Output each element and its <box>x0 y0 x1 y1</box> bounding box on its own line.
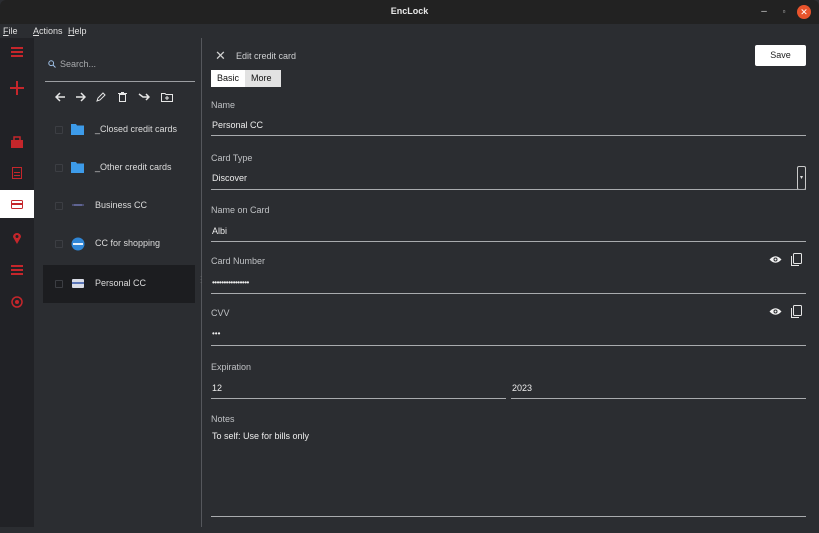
notes-underline <box>211 516 806 517</box>
expiration-year-field[interactable]: 2023 <box>512 383 532 393</box>
new-folder-icon[interactable] <box>160 90 174 104</box>
note-icon[interactable] <box>0 159 34 187</box>
close-editor-icon[interactable]: ✕ <box>215 49 226 62</box>
item-checkbox[interactable] <box>55 202 63 210</box>
name-on-card-underline <box>211 241 806 242</box>
chevron-down-icon[interactable]: ▾ <box>797 166 806 190</box>
card-type-label: Card Type <box>211 153 253 163</box>
tab-more[interactable]: More <box>245 70 281 87</box>
item-label: _Other credit cards <box>95 162 172 172</box>
edit-pencil-icon[interactable] <box>94 90 108 104</box>
notes-label: Notes <box>211 414 235 424</box>
item-label: Personal CC <box>95 278 147 288</box>
window-title: EncLock <box>390 6 429 16</box>
item-checkbox[interactable] <box>55 126 63 134</box>
folder-icon <box>71 123 85 137</box>
item-label: Business CC <box>95 200 148 210</box>
credit-card-icon[interactable] <box>0 190 34 218</box>
expiration-month-underline <box>211 398 506 399</box>
name-label: Name <box>211 100 236 110</box>
close-window-button[interactable]: ✕ <box>797 5 811 19</box>
search-box[interactable]: Search... <box>45 56 195 82</box>
list-icon[interactable] <box>0 256 34 284</box>
card-number-label: Card Number <box>211 256 266 266</box>
copy-icon[interactable] <box>791 253 802 268</box>
name-on-card-field[interactable]: Albi <box>212 226 227 236</box>
name-underline <box>211 135 806 136</box>
card-number-field[interactable]: •••••••••••••••• <box>212 278 249 287</box>
minimize-button[interactable]: – <box>757 5 771 19</box>
add-icon[interactable] <box>0 74 34 102</box>
forward-arrow-icon[interactable] <box>73 90 87 104</box>
move-arrow-icon[interactable] <box>137 90 151 104</box>
card-number-actions <box>769 253 802 268</box>
card-type-underline <box>211 189 806 190</box>
item-label: _Closed credit cards <box>95 124 178 134</box>
item-list-pane: Search... _Closed credit cards _Other cr… <box>34 38 200 527</box>
menu-icon[interactable] <box>0 38 34 66</box>
name-on-card-label: Name on Card <box>211 205 270 215</box>
expiration-year-underline <box>511 398 806 399</box>
folder-icon <box>71 161 85 175</box>
item-checkbox[interactable] <box>55 240 63 248</box>
back-arrow-icon[interactable] <box>53 90 67 104</box>
cvv-actions <box>769 305 802 320</box>
card-number-underline <box>211 293 806 294</box>
card-brand-icon <box>71 199 85 213</box>
list-item[interactable]: Business CC <box>43 187 195 225</box>
eye-icon[interactable] <box>769 307 782 318</box>
tab-basic[interactable]: Basic <box>211 70 245 87</box>
search-icon <box>48 60 56 70</box>
credit-card-brand-icon <box>71 277 85 291</box>
card-type-select[interactable]: Discover <box>212 173 247 183</box>
editor-tabs: Basic More <box>211 70 281 87</box>
name-field[interactable]: Personal CC <box>212 120 263 130</box>
menu-file[interactable]: File <box>3 26 18 36</box>
save-button[interactable]: Save <box>755 45 806 66</box>
menu-actions[interactable]: Actions <box>33 26 63 36</box>
delete-trash-icon[interactable] <box>115 90 129 104</box>
menu-help[interactable]: Help <box>68 26 87 36</box>
cvv-underline <box>211 345 806 346</box>
copy-icon[interactable] <box>791 305 802 320</box>
location-icon[interactable] <box>0 224 34 252</box>
list-item[interactable]: CC for shopping <box>43 225 195 263</box>
search-input[interactable]: Search... <box>60 59 96 69</box>
item-label: CC for shopping <box>95 238 161 248</box>
editor-title: Edit credit card <box>236 51 297 61</box>
expiration-label: Expiration <box>211 362 252 372</box>
expiration-month-field[interactable]: 12 <box>212 383 222 393</box>
menu-bar: File Actions Help <box>0 24 819 38</box>
item-checkbox[interactable] <box>55 164 63 172</box>
eye-icon[interactable] <box>769 255 782 266</box>
side-nav <box>0 38 34 527</box>
notes-field[interactable]: To self: Use for bills only <box>212 431 309 441</box>
editor-panel: ✕ Edit credit card Save Basic More Name … <box>203 38 819 527</box>
cvv-field[interactable]: ••• <box>212 329 220 338</box>
item-checkbox[interactable] <box>55 280 63 288</box>
title-bar: EncLock – ▫ ✕ <box>0 0 819 24</box>
list-item[interactable]: _Other credit cards <box>43 149 195 187</box>
maximize-button[interactable]: ▫ <box>777 5 791 19</box>
settings-icon[interactable] <box>0 288 34 316</box>
cvv-label: CVV <box>211 308 230 318</box>
list-item[interactable]: _Closed credit cards <box>43 111 195 149</box>
list-item-selected[interactable]: Personal CC <box>43 265 195 303</box>
amex-card-icon <box>71 237 85 251</box>
login-icon[interactable] <box>0 128 34 156</box>
